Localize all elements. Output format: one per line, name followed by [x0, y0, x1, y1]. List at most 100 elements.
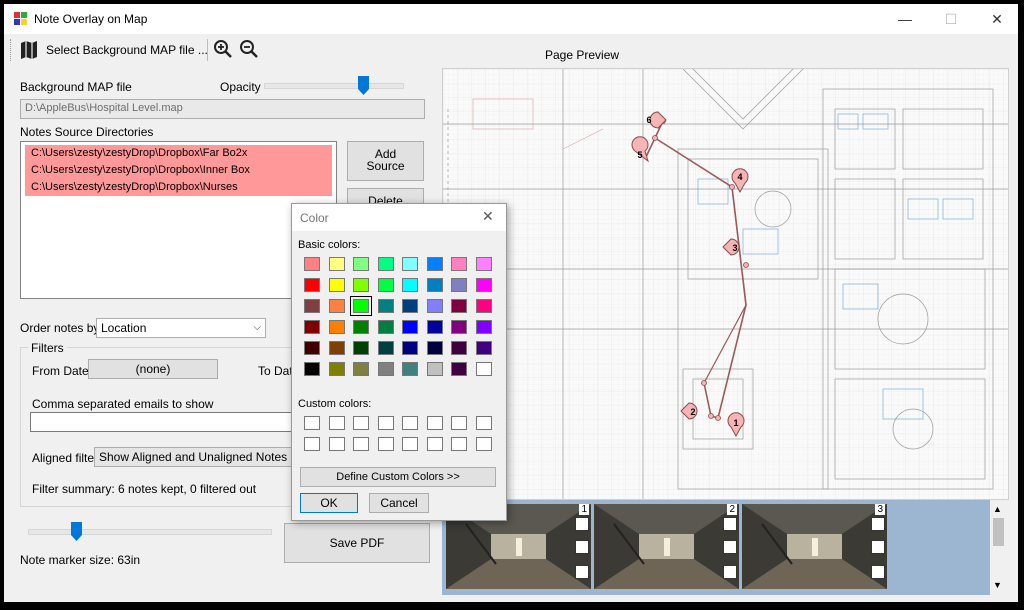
list-item[interactable]: C:\Users\zesty\zestyDrop\Dropbox\Nurses — [25, 179, 332, 196]
zoom-out-button[interactable] — [238, 38, 260, 62]
color-swatch[interactable] — [328, 278, 345, 292]
opacity-slider-thumb[interactable] — [358, 76, 370, 95]
custom-color-swatch[interactable] — [377, 416, 394, 430]
open-icon[interactable] — [575, 565, 589, 579]
color-swatch[interactable] — [377, 320, 394, 334]
color-swatch[interactable] — [426, 320, 443, 334]
color-swatch[interactable] — [353, 257, 369, 271]
pin-icon[interactable] — [575, 517, 589, 531]
thumbnail-scrollbar[interactable]: ▲ ▼ — [990, 500, 1007, 595]
scroll-up-icon[interactable]: ▲ — [993, 504, 1002, 514]
color-swatch[interactable] — [402, 341, 418, 355]
color-swatch[interactable] — [350, 296, 372, 316]
from-date-field[interactable]: (none) — [88, 359, 218, 379]
color-swatch[interactable] — [304, 320, 320, 334]
color-swatch[interactable] — [328, 362, 345, 376]
scroll-down-icon[interactable]: ▼ — [993, 580, 1002, 590]
color-swatch[interactable] — [377, 299, 394, 313]
custom-color-swatch[interactable] — [426, 437, 443, 451]
color-swatch[interactable] — [451, 341, 467, 355]
thumbnail[interactable]: 2 — [594, 504, 739, 589]
color-swatch[interactable] — [475, 257, 492, 271]
color-swatch[interactable] — [402, 299, 418, 313]
color-swatch[interactable] — [377, 341, 394, 355]
color-swatch[interactable] — [353, 341, 369, 355]
close-icon[interactable]: ✕ — [482, 208, 494, 225]
color-swatch[interactable] — [475, 341, 492, 355]
color-swatch[interactable] — [328, 320, 345, 334]
custom-color-swatch[interactable] — [328, 437, 345, 451]
zoom-in-button[interactable] — [212, 38, 234, 62]
open-icon[interactable] — [723, 565, 737, 579]
custom-color-swatch[interactable] — [451, 437, 467, 451]
custom-color-swatch[interactable] — [451, 416, 467, 430]
marker-size-slider-track[interactable] — [28, 529, 272, 535]
list-item[interactable]: C:\Users\zesty\zestyDrop\Dropbox\Far Bo2… — [25, 145, 332, 162]
color-swatch[interactable] — [402, 278, 418, 292]
color-swatch[interactable] — [426, 341, 443, 355]
notes-dirs-list[interactable]: C:\Users\zesty\zestyDrop\Dropbox\Far Bo2… — [20, 141, 337, 299]
custom-color-swatch[interactable] — [353, 416, 369, 430]
custom-color-swatch[interactable] — [328, 416, 345, 430]
color-swatch[interactable] — [475, 278, 492, 292]
custom-color-swatch[interactable] — [426, 416, 443, 430]
minimize-button[interactable]: — — [882, 6, 928, 32]
color-swatch[interactable] — [304, 362, 320, 376]
color-swatch[interactable] — [377, 278, 394, 292]
cancel-button[interactable]: Cancel — [369, 493, 429, 513]
custom-color-swatch[interactable] — [475, 437, 492, 451]
color-swatch[interactable] — [402, 320, 418, 334]
color-swatch[interactable] — [426, 278, 443, 292]
ok-button[interactable]: OK — [300, 493, 358, 513]
color-swatch[interactable] — [328, 341, 345, 355]
select-map-button[interactable]: Select Background MAP file ... — [18, 38, 208, 62]
order-combo[interactable]: Location ⌵ — [96, 318, 266, 338]
map-preview[interactable]: 1 2 3 4 5 6 — [442, 68, 1009, 500]
custom-color-swatch[interactable] — [475, 416, 492, 430]
color-swatch[interactable] — [451, 299, 467, 313]
opacity-slider-track[interactable] — [264, 83, 404, 89]
scroll-thumb[interactable] — [993, 518, 1004, 546]
color-swatch[interactable] — [353, 320, 369, 334]
color-swatch[interactable] — [353, 278, 369, 292]
color-swatch[interactable] — [304, 278, 320, 292]
color-swatch[interactable] — [328, 299, 345, 313]
color-swatch[interactable] — [426, 362, 443, 376]
custom-color-swatch[interactable] — [304, 437, 320, 451]
thumbnail[interactable]: 3 — [742, 504, 887, 589]
color-swatch[interactable] — [451, 257, 467, 271]
color-swatch[interactable] — [402, 362, 418, 376]
color-swatch[interactable] — [304, 341, 320, 355]
color-swatch[interactable] — [451, 278, 467, 292]
search-icon[interactable] — [575, 540, 589, 554]
color-swatch[interactable] — [353, 362, 369, 376]
color-swatch[interactable] — [475, 320, 492, 334]
color-swatch[interactable] — [377, 257, 394, 271]
close-button[interactable]: ✕ — [974, 6, 1020, 32]
color-swatch[interactable] — [402, 257, 418, 271]
maximize-button[interactable]: ☐ — [928, 6, 974, 32]
color-swatch[interactable] — [475, 362, 492, 376]
custom-color-swatch[interactable] — [402, 416, 418, 430]
pin-icon[interactable] — [723, 517, 737, 531]
custom-color-swatch[interactable] — [377, 437, 394, 451]
color-swatch[interactable] — [304, 257, 320, 271]
color-swatch[interactable] — [451, 362, 467, 376]
color-swatch[interactable] — [451, 320, 467, 334]
search-icon[interactable] — [723, 540, 737, 554]
search-icon[interactable] — [871, 540, 885, 554]
custom-color-swatch[interactable] — [353, 437, 369, 451]
define-custom-colors-button[interactable]: Define Custom Colors >> — [300, 467, 496, 487]
marker-size-slider-thumb[interactable] — [71, 522, 83, 541]
custom-color-swatch[interactable] — [402, 437, 418, 451]
color-swatch[interactable] — [426, 257, 443, 271]
custom-color-swatch[interactable] — [304, 416, 320, 430]
open-icon[interactable] — [871, 565, 885, 579]
aligned-filter-combo[interactable]: Show Aligned and Unaligned Notes — [94, 447, 294, 467]
pin-icon[interactable] — [871, 517, 885, 531]
color-swatch[interactable] — [475, 299, 492, 313]
color-swatch[interactable] — [377, 362, 394, 376]
add-source-button[interactable]: Add Source — [347, 141, 424, 181]
color-swatch[interactable] — [304, 299, 320, 313]
save-pdf-button[interactable]: Save PDF — [284, 523, 430, 563]
